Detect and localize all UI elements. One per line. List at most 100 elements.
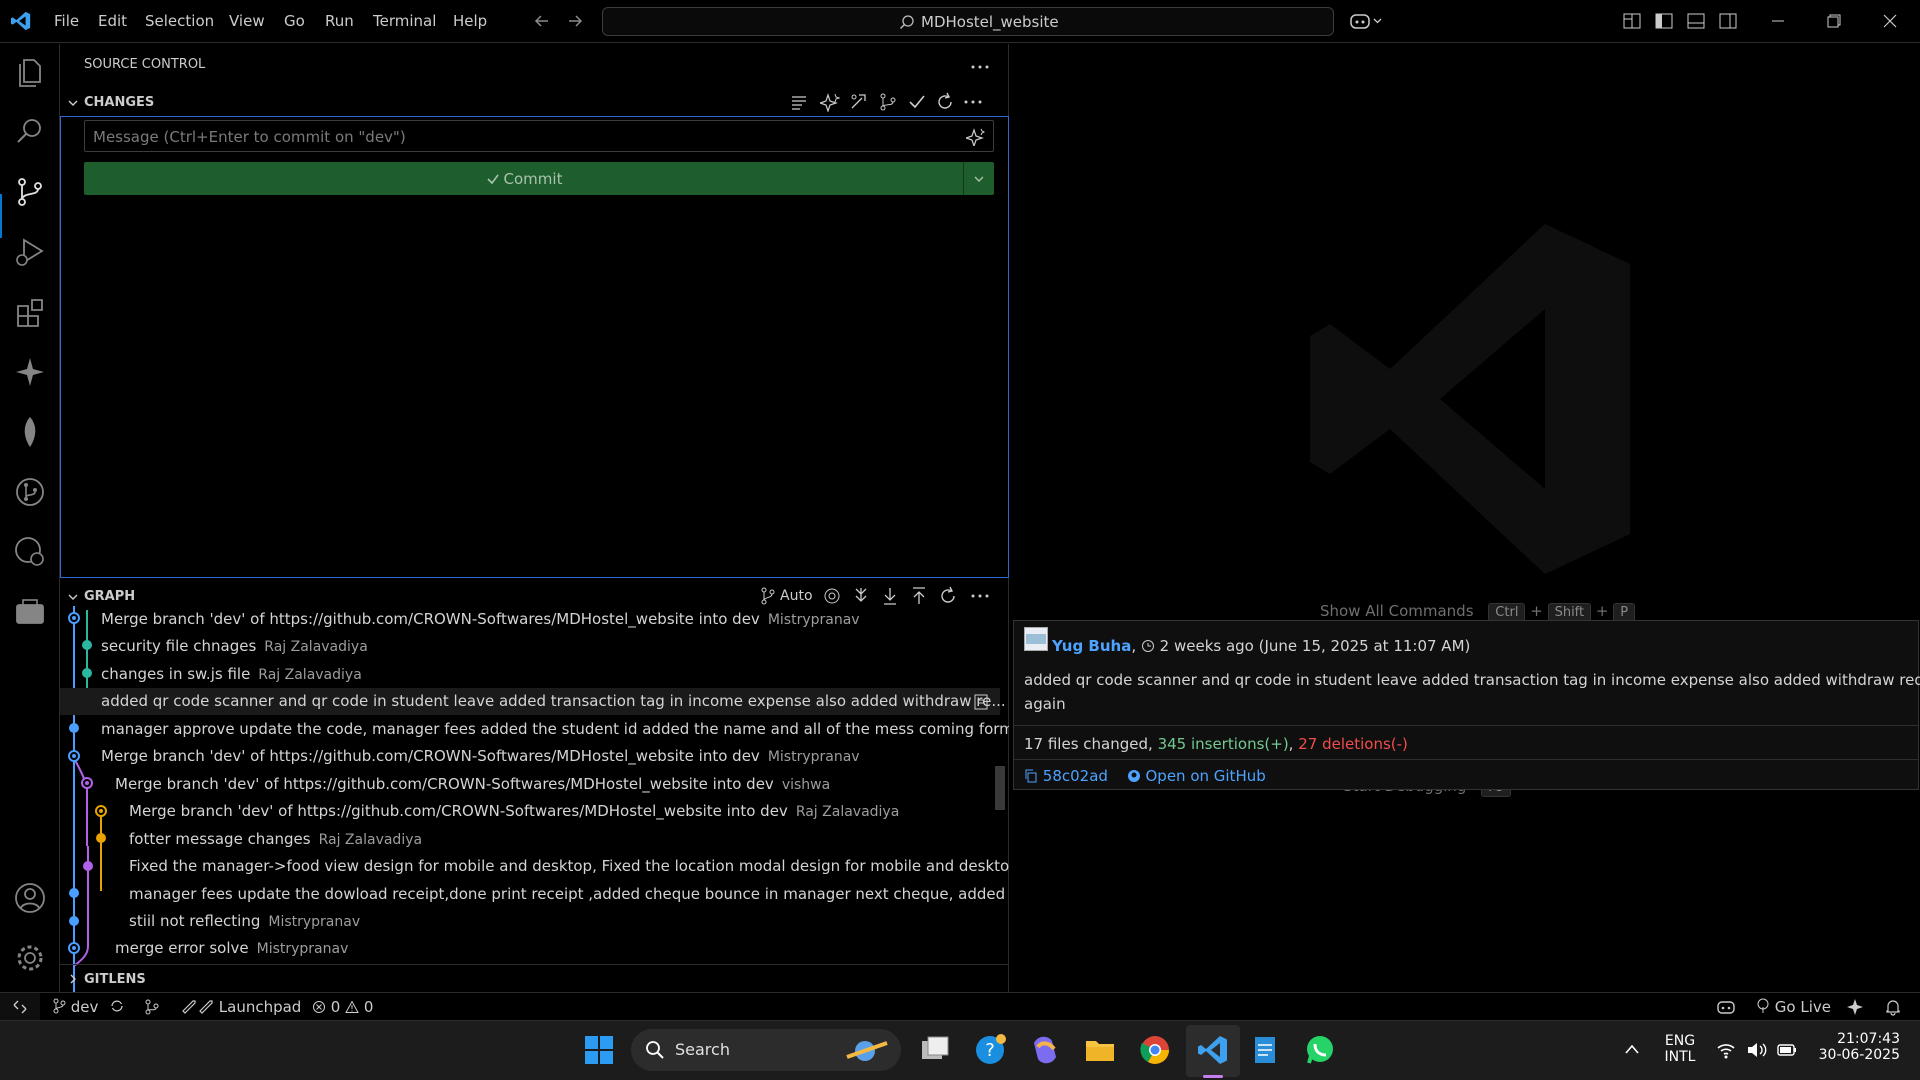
language-indicator[interactable]: ENG INTL xyxy=(1662,1033,1698,1065)
more-actions-icon[interactable] xyxy=(970,64,990,70)
back-arrow-icon[interactable] xyxy=(533,12,551,30)
changes-section-header[interactable]: CHANGES xyxy=(84,95,154,110)
graph-mode-label[interactable]: Auto xyxy=(780,588,813,604)
graph-row[interactable]: Merge branch 'dev' of https://github.com… xyxy=(60,606,1000,633)
source-control-icon[interactable] xyxy=(12,174,48,210)
copilot-app-icon[interactable] xyxy=(1028,1033,1062,1067)
volume-icon[interactable] xyxy=(1746,1041,1768,1059)
graph-row[interactable]: fotter message changes Raj Zalavadiya xyxy=(60,826,1000,853)
menu-terminal[interactable]: Terminal xyxy=(373,12,436,30)
graph-section-header[interactable]: GRAPH xyxy=(84,589,135,604)
graph-row[interactable]: security file chnages Raj Zalavadiya xyxy=(60,633,1000,660)
run-debug-icon[interactable] xyxy=(12,234,48,270)
chevron-right-icon[interactable] xyxy=(66,972,80,986)
whatsapp-icon[interactable] xyxy=(1303,1033,1337,1067)
commit-dropdown[interactable] xyxy=(963,162,994,195)
push-icon[interactable] xyxy=(909,586,929,606)
task-view-icon[interactable] xyxy=(918,1033,952,1067)
compose-commits-icon[interactable] xyxy=(849,92,869,112)
notepad-icon[interactable] xyxy=(1248,1033,1282,1067)
chrome-icon[interactable] xyxy=(1138,1033,1172,1067)
graph-scrollbar[interactable] xyxy=(995,766,1005,810)
gitlens-status-icon[interactable] xyxy=(144,999,160,1015)
windows-start-icon[interactable] xyxy=(582,1033,616,1067)
search-view-icon[interactable] xyxy=(12,114,48,150)
graph-row[interactable]: manager fees update the dowload receipt,… xyxy=(60,881,1009,908)
open-changes-icon[interactable] xyxy=(972,693,990,711)
fetch-icon[interactable] xyxy=(851,586,871,606)
command-center-search[interactable]: MDHostel_website xyxy=(602,7,1334,36)
battery-icon[interactable] xyxy=(1776,1041,1798,1059)
commit-check-icon[interactable] xyxy=(907,92,927,112)
copilot-status-icon[interactable] xyxy=(1716,998,1736,1016)
vscode-taskbar-icon[interactable] xyxy=(1196,1033,1230,1067)
menu-go[interactable]: Go xyxy=(284,12,305,30)
graph-row[interactable]: changes in sw.js file Raj Zalavadiya xyxy=(60,661,1000,688)
graph-row[interactable]: Merge branch 'dev' of https://github.com… xyxy=(60,798,1000,825)
clock[interactable]: 21:07:43 30-06-2025 xyxy=(1810,1031,1900,1063)
pull-icon[interactable] xyxy=(880,586,900,606)
graph-more-icon[interactable] xyxy=(970,593,990,599)
refresh-icon[interactable] xyxy=(935,92,955,112)
mongodb-icon[interactable] xyxy=(12,414,48,450)
toggle-secondary-sidebar-icon[interactable] xyxy=(1718,12,1738,30)
close-window-icon[interactable] xyxy=(1882,14,1898,28)
graph-row-hovered[interactable]: added qr code scanner and qr code in stu… xyxy=(60,688,1006,715)
remote-indicator[interactable] xyxy=(0,993,40,1021)
target-icon[interactable] xyxy=(822,586,842,606)
gitlens-icon[interactable] xyxy=(12,474,48,510)
wifi-icon[interactable] xyxy=(1716,1041,1736,1059)
chevron-up-icon[interactable] xyxy=(1624,1043,1640,1055)
branch-graph-icon[interactable] xyxy=(878,92,898,112)
toggle-panel-icon[interactable] xyxy=(1686,12,1706,30)
generate-commit-message-icon[interactable] xyxy=(820,92,840,112)
extensions-icon[interactable] xyxy=(12,294,48,330)
view-as-list-icon[interactable] xyxy=(790,92,808,112)
graph-refresh-icon[interactable] xyxy=(938,586,958,606)
file-explorer-icon[interactable] xyxy=(1083,1033,1117,1067)
problems-indicator[interactable]: 0 0 xyxy=(312,998,373,1016)
changes-more-icon[interactable] xyxy=(963,99,983,105)
gitlens-inspect-icon[interactable] xyxy=(12,534,48,570)
toggle-primary-sidebar-icon[interactable] xyxy=(1654,12,1674,30)
branch-indicator[interactable]: dev xyxy=(52,998,125,1016)
accounts-icon[interactable] xyxy=(12,880,48,916)
menu-view[interactable]: View xyxy=(229,12,265,30)
branch-icon[interactable] xyxy=(760,586,776,606)
launchpad-item[interactable]: Launchpad xyxy=(180,998,301,1016)
menu-help[interactable]: Help xyxy=(453,12,487,30)
taskbar-search[interactable]: Search xyxy=(631,1029,901,1071)
menu-selection[interactable]: Selection xyxy=(145,12,214,30)
remote-explorer-icon[interactable] xyxy=(12,594,48,630)
go-live-button[interactable]: Go Live xyxy=(1756,998,1831,1016)
graph-row[interactable]: stiil not reflecting Mistrypranav xyxy=(60,908,1000,935)
gitlens-section-header[interactable]: GITLENS xyxy=(84,972,146,987)
chevron-down-icon[interactable] xyxy=(66,590,80,604)
menu-file[interactable]: File xyxy=(54,12,79,30)
sparkle-status-icon[interactable] xyxy=(1846,998,1864,1016)
settings-gear-icon[interactable] xyxy=(12,940,48,976)
copilot-chat-icon[interactable] xyxy=(12,354,48,390)
notifications-bell-icon[interactable] xyxy=(1884,998,1902,1016)
help-app-icon[interactable]: ? xyxy=(973,1033,1007,1067)
commit-message-input[interactable]: Message (Ctrl+Enter to commit on "dev") xyxy=(84,120,994,152)
forward-arrow-icon[interactable] xyxy=(566,12,584,30)
graph-row[interactable]: Merge branch 'dev' of https://github.com… xyxy=(60,771,1000,798)
chevron-down-icon[interactable] xyxy=(66,96,80,110)
menu-edit[interactable]: Edit xyxy=(98,12,127,30)
graph-row[interactable]: manager approve update the code, manager… xyxy=(60,716,1009,743)
commit-button[interactable]: Commit xyxy=(84,162,994,195)
sparkle-icon[interactable] xyxy=(966,128,986,146)
sync-icon[interactable] xyxy=(109,998,125,1014)
copilot-icon[interactable] xyxy=(1349,10,1383,32)
graph-row[interactable]: Fixed the manager->food view design for … xyxy=(60,853,1009,880)
commit-sha-link[interactable]: 58c02ad xyxy=(1043,767,1108,785)
open-on-github-link[interactable]: Open on GitHub xyxy=(1145,767,1265,785)
customize-layout-icon[interactable] xyxy=(1622,12,1642,30)
graph-row[interactable]: Merge branch 'dev' of https://github.com… xyxy=(60,743,1000,770)
graph-row[interactable]: merge error solve Mistrypranav xyxy=(60,935,1000,962)
commit-author-link[interactable]: Yug Buha xyxy=(1052,637,1131,655)
restore-icon[interactable] xyxy=(1826,14,1842,28)
minimize-icon[interactable] xyxy=(1770,14,1786,28)
menu-run[interactable]: Run xyxy=(325,12,354,30)
